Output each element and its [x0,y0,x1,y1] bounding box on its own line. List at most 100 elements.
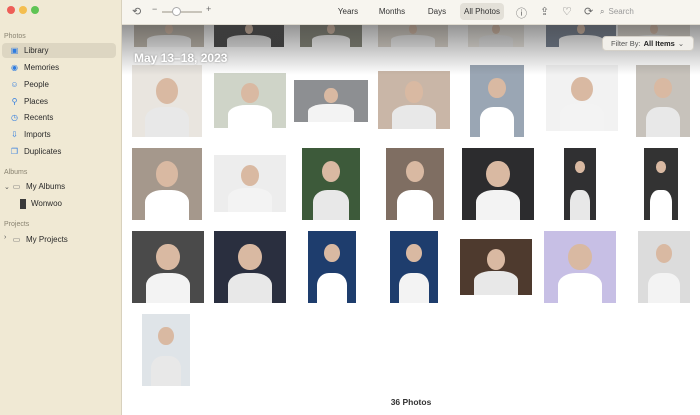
info-icon[interactable]: ⓘ [516,5,527,21]
photo-subject-shape [391,104,437,129]
sidebar-item-my-projects[interactable]: ▭ My Projects [2,232,116,247]
zoom-out-button[interactable]: − [152,4,157,14]
photo-subject-shape [404,81,424,103]
photo-thumbnail[interactable] [214,155,286,212]
photo-subject-shape [655,243,673,264]
search-field[interactable]: ⌕ Search [600,4,696,19]
photo-subject-shape [164,25,174,35]
sidebar-item-duplicates[interactable]: ❐ Duplicates [2,144,116,159]
photo-thumbnail[interactable] [462,148,534,220]
filter-label: Filter By: [611,39,641,48]
photo-subject-shape [227,272,273,303]
share-icon[interactable]: ⇪ [540,5,549,18]
tab-days[interactable]: Days [420,3,454,20]
duplicates-icon: ❐ [10,147,19,156]
recents-icon: ◷ [11,113,18,122]
photo-thumbnail[interactable] [134,25,204,47]
photo-subject-shape [487,249,505,270]
photo-thumbnail[interactable] [214,73,286,128]
photo-subject-shape [557,272,603,303]
sidebar-section-photos: Photos [4,33,26,40]
photo-thumbnail[interactable] [214,231,286,303]
photo-subject-shape [571,76,593,102]
sidebar-item-label: People [24,80,49,89]
sidebar-item-people[interactable]: ☺ People [2,77,116,92]
photo-subject-shape [326,25,336,35]
photo-thumbnail[interactable] [638,231,690,303]
sidebar-section-projects: Projects [4,221,30,228]
photo-subject-shape [227,104,273,128]
photo-thumbnail[interactable] [644,148,678,220]
photo-subject-shape [145,189,189,220]
zoom-slider[interactable] [162,7,202,16]
photo-thumbnail[interactable] [386,148,444,220]
sidebar-item-places[interactable]: ⚲ Places [2,94,116,109]
photo-thumbnail[interactable] [294,80,368,122]
photo-thumbnail[interactable] [132,231,204,303]
photo-thumbnail[interactable] [378,25,448,47]
photo-thumbnail[interactable] [214,25,284,47]
sidebar-item-recents[interactable]: ◷ Recents [2,110,116,125]
photo-subject-shape [491,25,501,35]
photo-thumbnail[interactable] [546,65,618,131]
rotate-icon[interactable]: ⟲ [132,5,141,18]
photo-thumbnail[interactable] [132,65,202,137]
photo-subject-shape [311,35,351,47]
photo-subject-shape [244,25,254,35]
zoom-slider-knob[interactable] [172,7,181,16]
photo-subject-shape [151,355,181,386]
toolbar: ⟲ − + Years Months Days All Photos ⓘ ⇪ ♡… [122,0,700,25]
close-window-button[interactable] [7,6,15,14]
photo-subject-shape [478,35,514,47]
sidebar-item-library[interactable]: ▣ Library [2,43,116,58]
photo-thumbnail[interactable] [378,71,450,129]
sidebar-item-label: Duplicates [24,147,62,156]
photo-thumbnail[interactable] [300,25,362,47]
minimize-window-button[interactable] [19,6,27,14]
sidebar-item-wonwoo[interactable]: Wonwoo [2,196,116,211]
search-input[interactable]: Search [608,7,633,16]
photo-subject-shape [238,243,262,271]
photo-subject-shape [147,35,191,47]
photo-thumbnail[interactable] [636,65,690,137]
people-icon: ☺ [10,80,19,89]
photo-subject-shape [397,189,433,220]
zoom-in-button[interactable]: + [206,4,211,14]
sidebar-item-memories[interactable]: ◉ Memories [2,60,116,75]
tab-years[interactable]: Years [330,3,366,20]
photo-subject-shape [321,160,341,183]
photo-subject-shape [654,77,672,98]
photo-subject-shape [155,160,179,187]
sidebar-item-label: My Projects [26,235,68,244]
tab-months[interactable]: Months [370,3,414,20]
photo-thumbnail[interactable] [132,148,202,220]
sidebar-section-albums: Albums [4,169,28,176]
filter-by-button[interactable]: Filter By: All Items ⌄ [602,36,694,51]
places-icon: ⚲ [11,97,18,106]
rotate-photo-icon[interactable]: ⟳ [584,5,593,18]
photo-subject-shape [158,326,174,345]
photo-thumbnail[interactable] [142,314,190,386]
photo-subject-shape [650,189,672,220]
photo-subject-shape [559,103,605,131]
photo-subject-shape [227,188,273,212]
photo-thumbnail[interactable] [544,231,616,303]
heart-icon[interactable]: ♡ [562,5,572,18]
photo-subject-shape [324,87,338,103]
tab-all-photos[interactable]: All Photos [460,3,504,20]
photo-subject-shape [488,77,506,98]
photo-thumbnail[interactable] [308,231,356,303]
sidebar-item-label: Wonwoo [31,199,62,208]
photo-thumbnail[interactable] [302,148,360,220]
sidebar-item-label: Recents [24,113,54,122]
photo-thumbnail[interactable] [564,148,596,220]
sidebar: Photos ▣ Library ◉ Memories ☺ People ⚲ P… [0,0,122,415]
photo-thumbnail[interactable] [460,239,532,295]
photo-thumbnail[interactable] [390,231,438,303]
photo-subject-shape [646,106,680,137]
maximize-window-button[interactable] [31,6,39,14]
photo-thumbnail[interactable] [468,25,524,47]
sidebar-item-imports[interactable]: ⇩ Imports [2,127,116,142]
sidebar-item-my-albums[interactable]: ▭ My Albums [2,179,116,194]
photo-thumbnail[interactable] [470,65,524,137]
